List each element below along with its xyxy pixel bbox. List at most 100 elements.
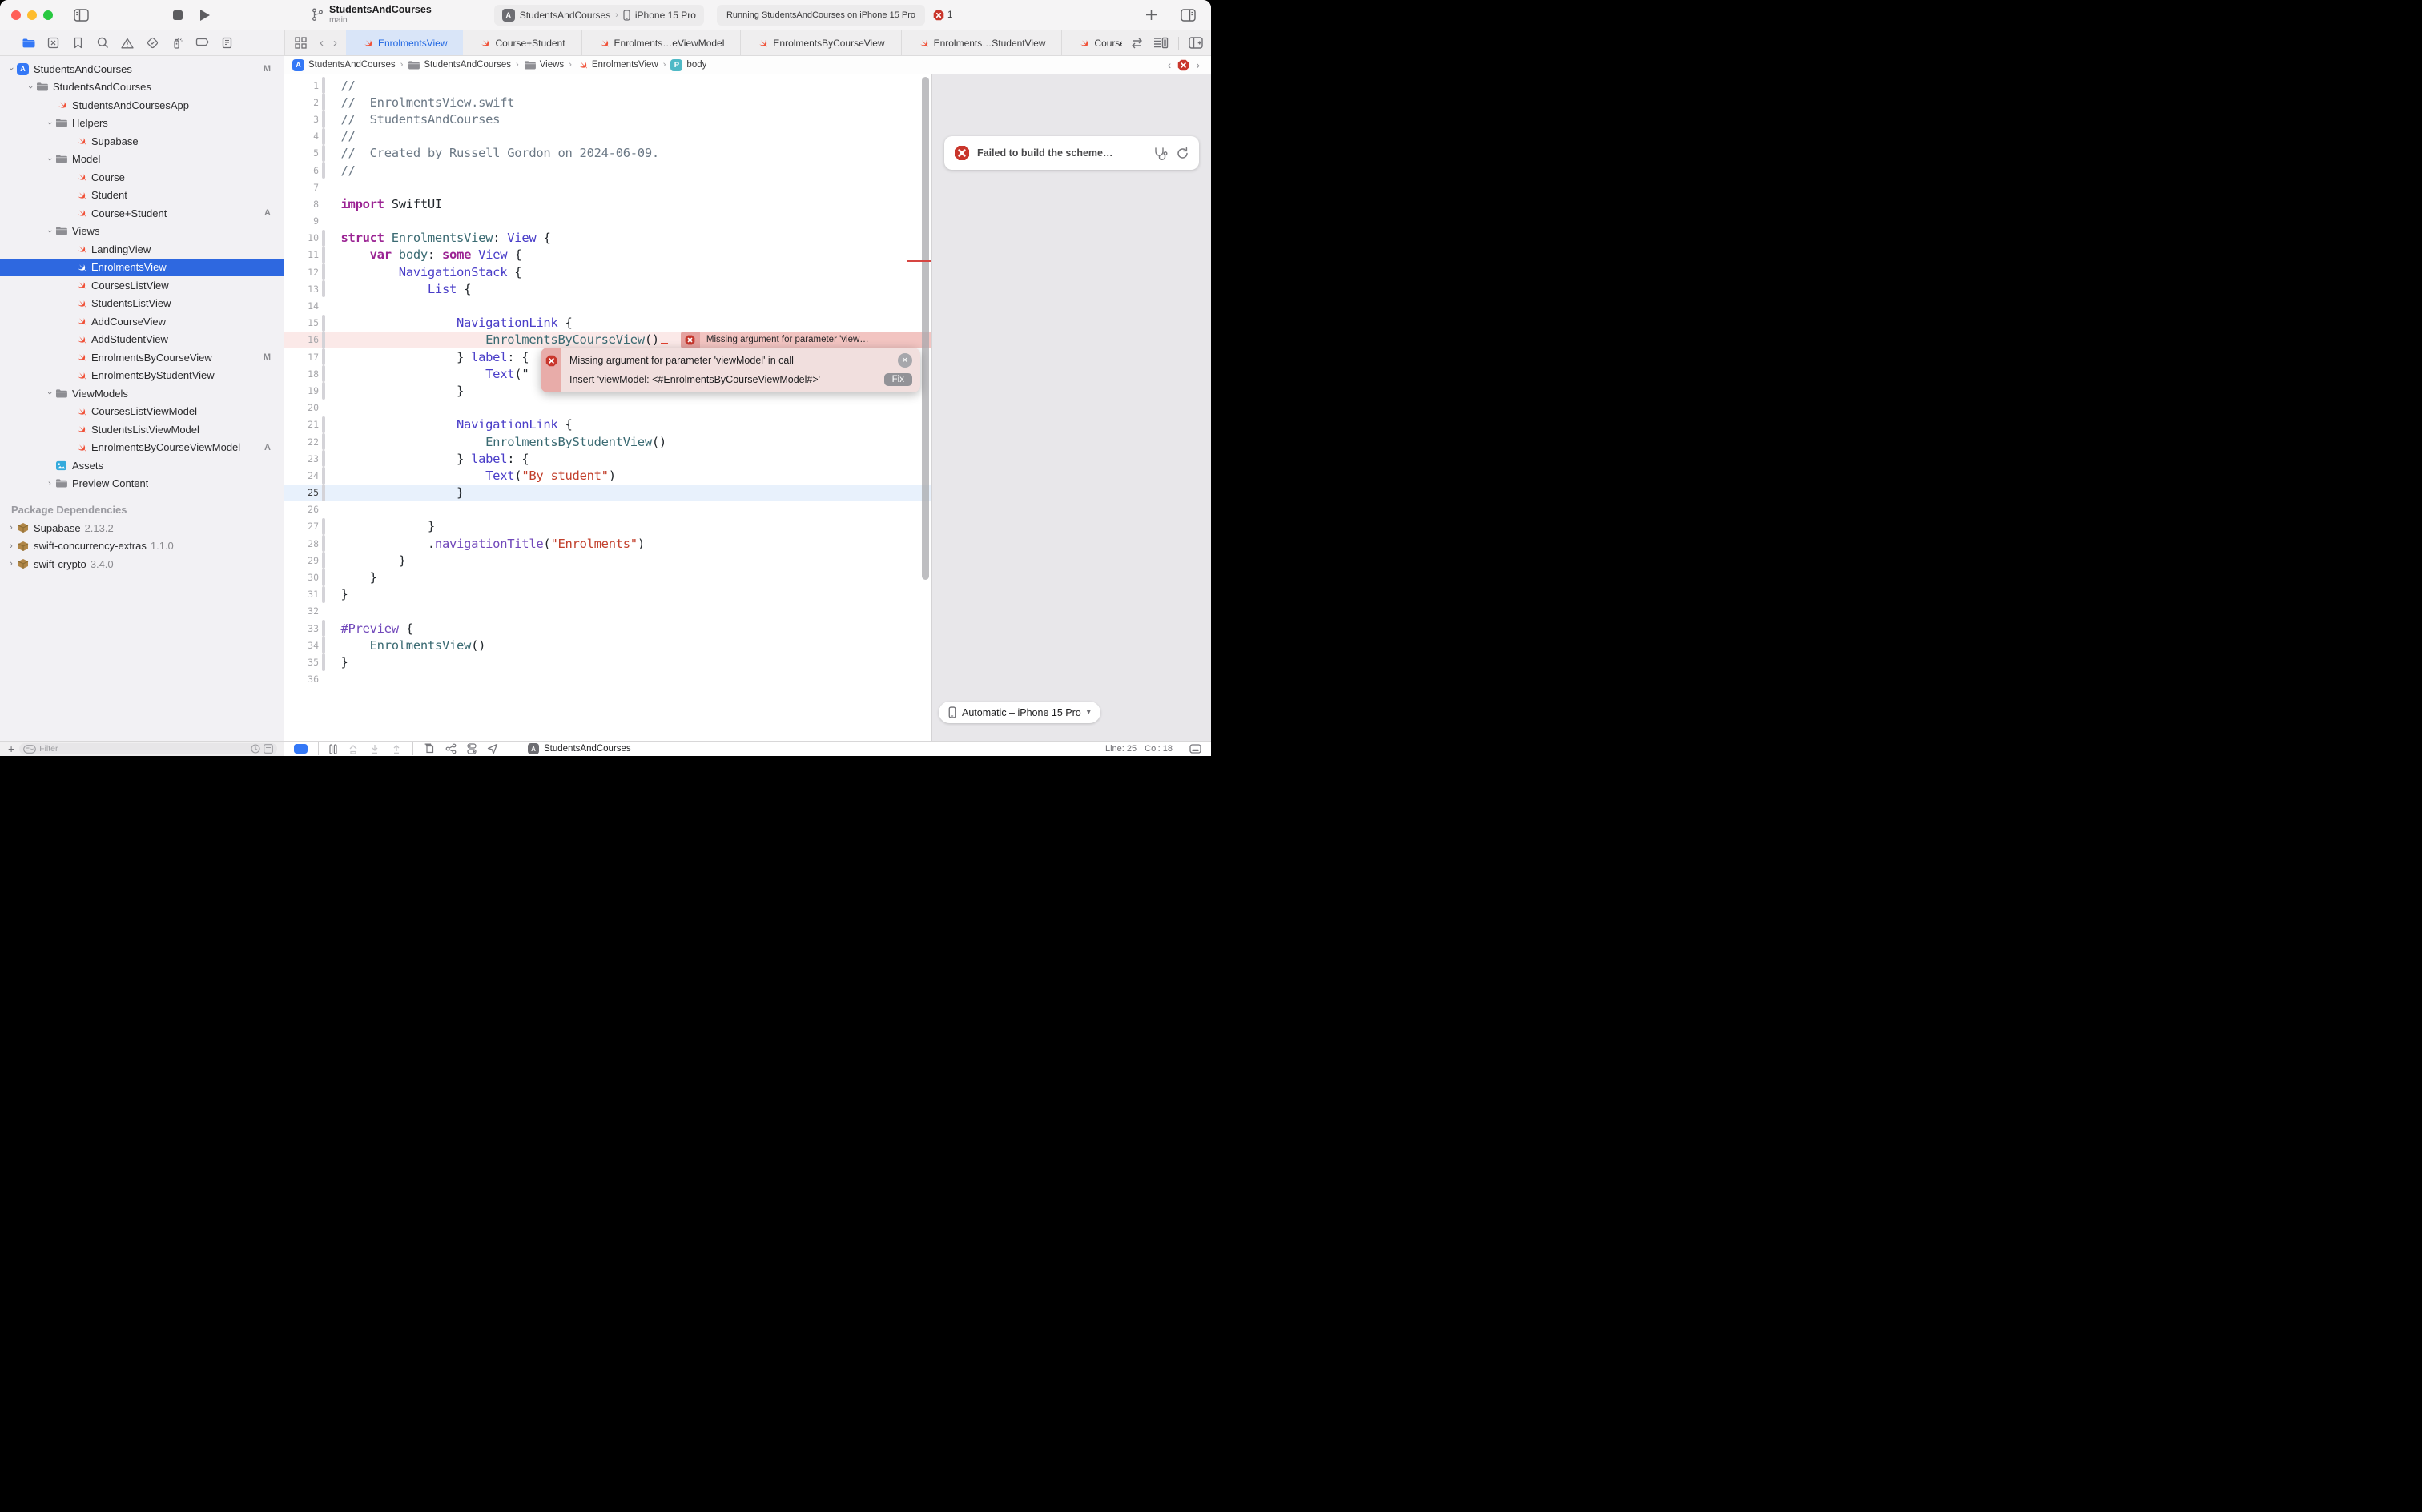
sidebar-item-courseslistviewmodel[interactable]: CoursesListViewModel xyxy=(0,403,284,421)
minimize-window-button[interactable] xyxy=(27,10,37,20)
toggle-navigator-icon[interactable] xyxy=(70,5,91,26)
fix-button[interactable]: Fix xyxy=(884,373,912,386)
code-line-11[interactable]: 11 var body: some View { xyxy=(284,247,931,263)
refresh-icon[interactable] xyxy=(1176,147,1189,160)
sidebar-item-enrolmentsbycourseview[interactable]: EnrolmentsByCourseViewM xyxy=(0,348,284,367)
sidebar-item-preview-content[interactable]: ›Preview Content xyxy=(0,475,284,493)
sidebar-item-course[interactable]: Course xyxy=(0,168,284,187)
code-line-6[interactable]: 6// xyxy=(284,162,931,179)
chevron-icon[interactable]: › xyxy=(26,82,35,92)
tab-enrolments-studentview[interactable]: Enrolments…StudentView xyxy=(902,30,1063,55)
chevron-icon[interactable]: › xyxy=(6,541,16,551)
code-line-29[interactable]: 29 } xyxy=(284,552,931,569)
adjacent-editors-icon[interactable] xyxy=(329,744,337,754)
pull-down-icon[interactable] xyxy=(369,744,380,754)
tab-enrolmentsbycourseview[interactable]: EnrolmentsByCourseView xyxy=(741,30,901,55)
code-line-34[interactable]: 34 EnrolmentsView() xyxy=(284,637,931,653)
code-line-7[interactable]: 7 xyxy=(284,179,931,195)
swap-editor-icon[interactable] xyxy=(1130,38,1144,49)
sidebar-item-courseslistview[interactable]: CoursesListView xyxy=(0,276,284,295)
code-line-13[interactable]: 13 List { xyxy=(284,280,931,297)
code-line-20[interactable]: 20 xyxy=(284,400,931,416)
toggles-icon[interactable] xyxy=(467,743,477,754)
breadcrumb-item[interactable]: Pbody xyxy=(670,59,706,71)
sidebar-item-enrolmentsview[interactable]: EnrolmentsView xyxy=(0,259,284,277)
scheme-selector[interactable]: A StudentsAndCourses › iPhone 15 Pro xyxy=(494,5,704,26)
sidebar-item-studentsandcourses[interactable]: ›StudentsAndCourses xyxy=(0,78,284,97)
source-editor[interactable]: 1//2// EnrolmentsView.swift3// StudentsA… xyxy=(284,74,931,741)
code-line-23[interactable]: 23 } label: { xyxy=(284,450,931,467)
project-navigator-icon[interactable] xyxy=(19,34,37,52)
location-arrow-icon[interactable] xyxy=(487,743,498,754)
sidebar-item-viewmodels[interactable]: ›ViewModels xyxy=(0,384,284,403)
code-line-31[interactable]: 31} xyxy=(284,586,931,603)
chevron-icon[interactable]: › xyxy=(6,64,16,74)
reports-navigator-icon[interactable] xyxy=(218,34,235,52)
share-graph-icon[interactable] xyxy=(445,743,457,754)
package-item-supabase[interactable]: ›Supabase2.13.2 xyxy=(0,519,284,537)
find-navigator-icon[interactable] xyxy=(94,34,111,52)
chevron-icon[interactable]: › xyxy=(45,479,54,489)
source-control-navigator-icon[interactable] xyxy=(44,34,62,52)
code-line-5[interactable]: 5// Created by Russell Gordon on 2024-06… xyxy=(284,145,931,162)
issue-badge-icon[interactable] xyxy=(1177,59,1189,71)
package-item-swift-crypto[interactable]: ›swift-crypto3.4.0 xyxy=(0,555,284,573)
layers-icon[interactable] xyxy=(424,743,435,754)
recent-files-icon[interactable] xyxy=(251,744,260,754)
sidebar-item-studentslistviewmodel[interactable]: StudentsListViewModel xyxy=(0,420,284,439)
code-line-8[interactable]: 8import SwiftUI xyxy=(284,195,931,212)
code-line-1[interactable]: 1// xyxy=(284,77,931,94)
scheme-target[interactable]: StudentsAndCourses xyxy=(520,10,610,21)
sidebar-item-supabase[interactable]: Supabase xyxy=(0,132,284,151)
editor-options-icon[interactable] xyxy=(1153,37,1169,49)
code-line-27[interactable]: 27 } xyxy=(284,518,931,535)
debug-navigator-icon[interactable] xyxy=(168,34,186,52)
sidebar-item-views[interactable]: ›Views xyxy=(0,223,284,241)
chevron-icon[interactable]: › xyxy=(6,523,16,533)
sidebar-item-helpers[interactable]: ›Helpers xyxy=(0,115,284,133)
chevron-icon[interactable]: › xyxy=(45,227,54,236)
code-line-21[interactable]: 21 NavigationLink { xyxy=(284,416,931,433)
editor-scrollbar[interactable] xyxy=(922,77,929,580)
chevron-icon[interactable]: › xyxy=(45,388,54,398)
code-line-28[interactable]: 28 .navigationTitle("Enrolments") xyxy=(284,535,931,552)
forward-icon[interactable]: › xyxy=(331,36,340,50)
sidebar-item-addcourseview[interactable]: AddCourseView xyxy=(0,312,284,331)
toolbar-issues[interactable]: 1 xyxy=(933,10,952,21)
jump-to-top-icon[interactable] xyxy=(348,744,359,754)
sidebar-item-course-student[interactable]: Course+StudentA xyxy=(0,204,284,223)
code-line-32[interactable]: 32 xyxy=(284,603,931,620)
code-line-16[interactable]: 16 EnrolmentsByCourseView()Missing argum… xyxy=(284,332,931,348)
diagnostics-icon[interactable] xyxy=(1154,147,1169,160)
sidebar-item-addstudentview[interactable]: AddStudentView xyxy=(0,331,284,349)
code-line-3[interactable]: 3// StudentsAndCourses xyxy=(284,111,931,127)
breadcrumb-item[interactable]: AStudentsAndCourses xyxy=(292,59,396,71)
code-line-22[interactable]: 22 EnrolmentsByStudentView() xyxy=(284,433,931,450)
stop-button[interactable] xyxy=(167,5,188,26)
previous-issue-icon[interactable]: ‹ xyxy=(1168,58,1172,71)
close-window-button[interactable] xyxy=(11,10,21,20)
code-line-26[interactable]: 26 xyxy=(284,501,931,518)
toggle-inspector-icon[interactable] xyxy=(1177,5,1198,26)
code-line-35[interactable]: 35} xyxy=(284,653,931,670)
tab-enrolments-eviewmodel[interactable]: Enrolments…eViewModel xyxy=(582,30,742,55)
next-issue-icon[interactable]: › xyxy=(1196,58,1200,71)
sidebar-item-studentslistview[interactable]: StudentsListView xyxy=(0,295,284,313)
code-line-14[interactable]: 14 xyxy=(284,297,931,314)
breakpoints-navigator-icon[interactable] xyxy=(193,34,211,52)
breadcrumb-item[interactable]: StudentsAndCourses xyxy=(408,60,511,70)
add-editor-icon[interactable] xyxy=(1189,37,1203,49)
back-icon[interactable]: ‹ xyxy=(317,36,326,50)
sidebar-item-assets[interactable]: Assets xyxy=(0,456,284,475)
inline-error-chip[interactable]: Missing argument for parameter 'view… xyxy=(681,332,931,348)
code-line-30[interactable]: 30 } xyxy=(284,569,931,585)
add-icon[interactable] xyxy=(1141,5,1161,26)
tab-courseslistv[interactable]: CoursesListV xyxy=(1062,30,1122,55)
sidebar-item-studentsandcoursesapp[interactable]: StudentsAndCoursesApp xyxy=(0,96,284,115)
zoom-window-button[interactable] xyxy=(43,10,53,20)
run-button[interactable] xyxy=(195,5,215,26)
code-line-24[interactable]: 24 Text("By student") xyxy=(284,467,931,484)
code-line-36[interactable]: 36 xyxy=(284,671,931,688)
chevron-icon[interactable]: › xyxy=(45,119,54,128)
code-line-2[interactable]: 2// EnrolmentsView.swift xyxy=(284,94,931,111)
